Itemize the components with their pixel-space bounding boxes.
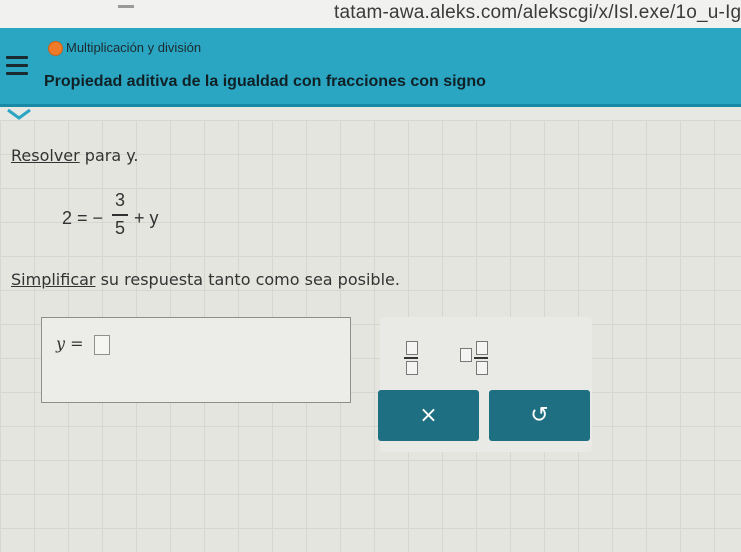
browser-address-bar[interactable]: tatam-awa.aleks.com/alekscgi/x/Isl.exe/1… xyxy=(0,0,741,29)
answer-input[interactable] xyxy=(94,335,110,355)
mixed-whole-box[interactable] xyxy=(460,348,472,362)
fraction-denominator: 5 xyxy=(114,217,125,238)
instruction-text: para y. xyxy=(79,146,139,165)
equation-lhs: 2 = − xyxy=(62,208,104,228)
fraction-numerator: 3 xyxy=(114,190,125,210)
answer-label: y = xyxy=(56,334,84,353)
chevron-down-icon[interactable] xyxy=(0,104,38,124)
simplify-text: su respuesta tanto como sea posible. xyxy=(95,270,400,289)
problem-area: Resolver para y. 2 = − 3 5 + y Simplific… xyxy=(0,120,741,552)
instruction-line: Resolver para y. xyxy=(11,146,139,165)
url-text[interactable]: tatam-awa.aleks.com/alekscgi/x/Isl.exe/1… xyxy=(334,2,741,24)
simplify-instruction: Simplificar su respuesta tanto como sea … xyxy=(11,270,400,289)
answer-box[interactable]: y = xyxy=(41,317,351,403)
fraction-template-icon[interactable] xyxy=(404,341,418,375)
topic-label: Multiplicación y división xyxy=(66,40,202,55)
mixed-number-template-icon[interactable] xyxy=(474,341,488,375)
tab-indicator xyxy=(118,5,134,8)
resolver-link[interactable]: Resolver xyxy=(11,146,80,165)
hamburger-menu-icon[interactable] xyxy=(6,56,32,80)
undo-button[interactable]: ↺ xyxy=(489,390,590,441)
equation-fraction: 3 5 xyxy=(112,190,128,239)
equation-rhs: + y xyxy=(134,208,159,228)
page-title: Propiedad aditiva de la igualdad con fra… xyxy=(44,73,486,90)
fraction-bar xyxy=(112,214,128,216)
progress-status-dot xyxy=(48,41,63,56)
clear-button[interactable]: × xyxy=(378,390,479,441)
simplificar-link[interactable]: Simplificar xyxy=(11,270,96,289)
